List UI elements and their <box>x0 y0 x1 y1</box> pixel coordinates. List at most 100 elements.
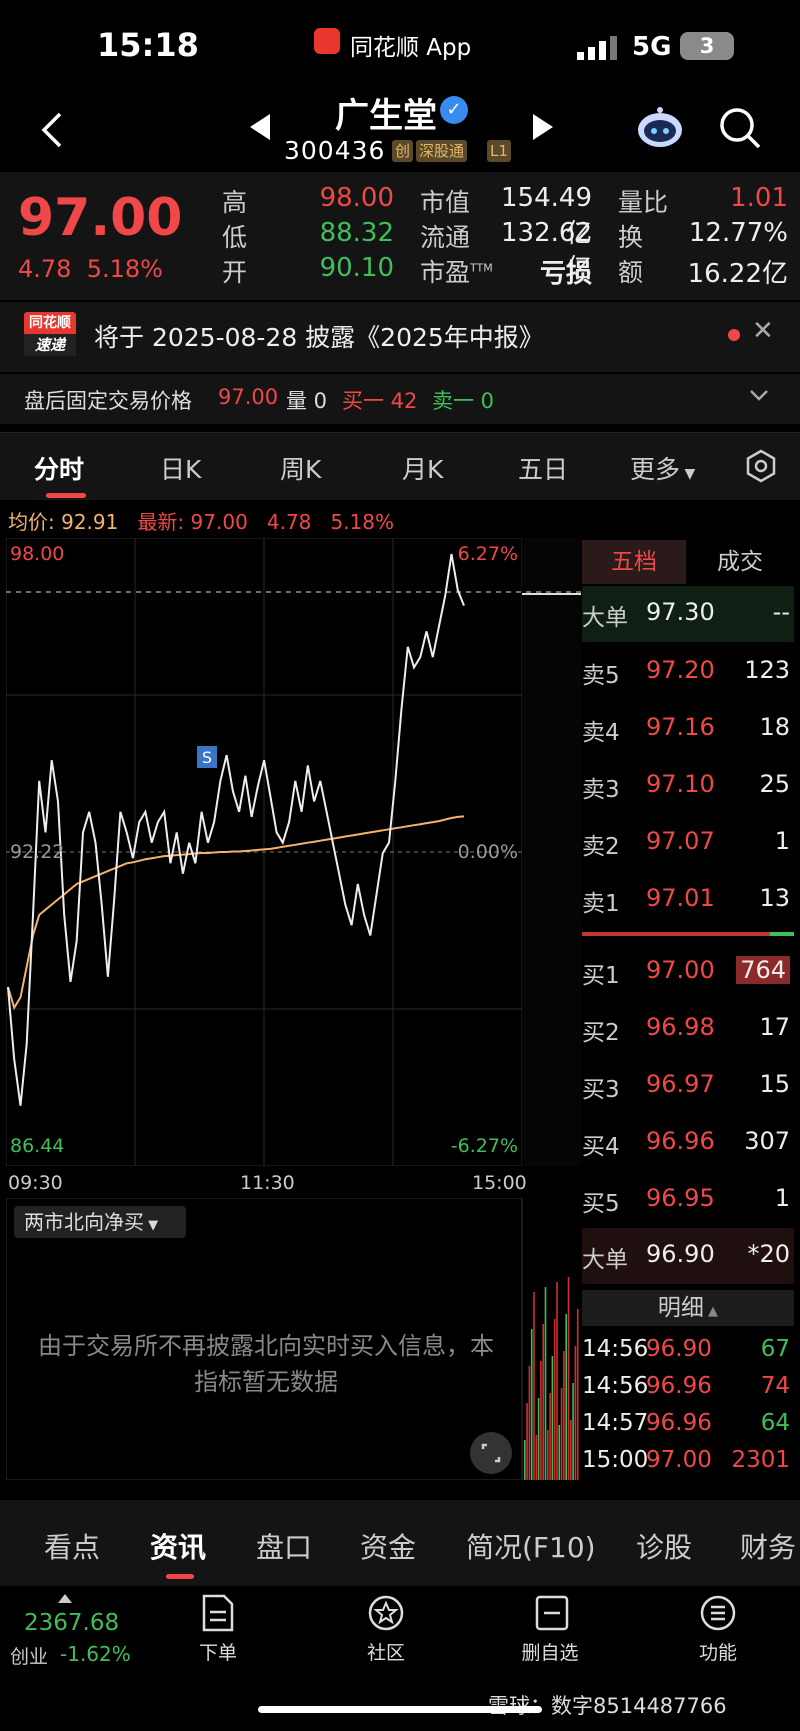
watermark: 雪球：数字8514487766 <box>488 1694 727 1718</box>
big-ask-qty: -- <box>772 598 790 626</box>
index-change: -1.62% <box>60 1642 131 1666</box>
volume-bar <box>544 1287 547 1480</box>
chevron-down-icon[interactable] <box>748 384 770 406</box>
float-label: 流通 <box>420 223 471 252</box>
ask-row-2[interactable]: 卖4 97.16 18 <box>582 701 794 757</box>
after-hours-price: 97.00 <box>218 385 279 409</box>
ask-row-4[interactable]: 卖2 97.07 1 <box>582 815 794 871</box>
tab-five-levels[interactable]: 五档 <box>582 540 686 584</box>
big-bid-label: 大单 <box>582 1247 628 1273</box>
volume-bar <box>526 1403 528 1480</box>
tab-highlights[interactable]: 看点 <box>44 1526 100 1566</box>
tonghuashun-express-logo: 同花顺 速递 <box>24 312 76 356</box>
back-icon[interactable] <box>38 110 68 150</box>
tag-chuang: 创 <box>392 140 414 162</box>
book-divider <box>582 932 794 936</box>
ask-row-1[interactable]: 卖5 97.20 123 <box>582 644 794 700</box>
community-icon[interactable] <box>368 1594 404 1632</box>
bid-qty: 764 <box>736 956 790 984</box>
bid-row-3[interactable]: 买3 96.97 15 <box>582 1058 794 1114</box>
tab-news[interactable]: 资讯 <box>150 1526 206 1566</box>
nav-remove-watchlist[interactable]: 删自选 <box>500 1638 600 1665</box>
ask-row-5[interactable]: 卖1 97.01 13 <box>582 872 794 928</box>
index-value[interactable]: 2367.68 <box>24 1610 119 1636</box>
volume-bar <box>563 1351 565 1480</box>
trade-time: 15:00 <box>582 1447 649 1473</box>
no-data-line2: 指标暂无数据 <box>194 1368 338 1396</box>
intraday-chart[interactable]: 98.00 92.22 86.44 6.27% 0.00% -6.27% S <box>6 538 581 1166</box>
pe-value: 亏损 <box>539 259 592 289</box>
detail-header[interactable]: 明细 ▲ <box>582 1290 794 1326</box>
bid-label: 买3 <box>582 1077 620 1103</box>
nav-function[interactable]: 功能 <box>668 1638 768 1665</box>
active-tab-indicator <box>46 493 86 498</box>
book-divider-green <box>770 932 794 936</box>
trade-qty: 64 <box>760 1410 790 1436</box>
bid-row-1[interactable]: 买1 97.00 764 <box>582 944 794 1000</box>
nav-order[interactable]: 下单 <box>168 1638 268 1665</box>
tab-order-book[interactable]: 盘口 <box>256 1526 312 1566</box>
tab-diagnosis[interactable]: 诊股 <box>636 1526 692 1566</box>
signal-marker-label: S <box>202 748 212 767</box>
remove-watchlist-icon[interactable] <box>534 1594 570 1632</box>
tab-monthly-k[interactable]: 月K <box>402 450 443 486</box>
ask-price: 97.07 <box>646 827 715 855</box>
tab-more[interactable]: 更多 ▼ <box>630 450 695 486</box>
volume-bar <box>553 1319 556 1480</box>
ask-price: 97.10 <box>646 770 715 798</box>
trade-qty: 67 <box>760 1336 790 1362</box>
tab-weekly-k[interactable]: 周K <box>280 450 321 486</box>
stock-name: 广生堂 <box>335 96 437 136</box>
amount-label: 额 <box>618 258 644 287</box>
search-icon[interactable] <box>718 106 762 150</box>
turnover-label: 换 <box>618 223 644 252</box>
nav-community[interactable]: 社区 <box>336 1638 436 1665</box>
volume-bar <box>540 1361 542 1480</box>
after-hours-bid: 买一 42 <box>342 389 418 413</box>
settings-hex-icon[interactable] <box>744 449 778 483</box>
tab-intraday[interactable]: 分时 <box>34 450 84 486</box>
volume-bar <box>537 1398 540 1480</box>
notice-text[interactable]: 将于 2025-08-28 披露《2025年中报》 <box>94 318 544 354</box>
tag-shengutong: 深股通 <box>416 140 468 162</box>
tab-five-day[interactable]: 五日 <box>518 450 568 486</box>
bid-price: 96.96 <box>646 1127 715 1155</box>
prev-stock-arrow[interactable] <box>250 114 270 140</box>
x-axis-labels: 09:30 11:30 15:00 <box>0 1170 580 1198</box>
index-name: 创业 <box>10 1646 49 1668</box>
bid-row-5[interactable]: 买5 96.95 1 <box>582 1172 794 1228</box>
ask-price: 97.01 <box>646 884 715 912</box>
tab-finance[interactable]: 财务 <box>740 1526 796 1566</box>
bid-row-2[interactable]: 买2 96.98 17 <box>582 1001 794 1057</box>
volume-bar <box>547 1430 549 1480</box>
tab-capital[interactable]: 资金 <box>360 1526 416 1566</box>
expand-icon[interactable] <box>470 1432 512 1474</box>
big-bid-row: 大单 96.90 *20 <box>582 1228 794 1284</box>
ask-row-3[interactable]: 卖3 97.10 25 <box>582 758 794 814</box>
low-label: 低 <box>222 223 248 252</box>
last-price: 97.00 <box>18 188 183 248</box>
assistant-robot-icon[interactable] <box>636 106 684 148</box>
bid-row-4[interactable]: 买4 96.96 307 <box>582 1115 794 1171</box>
turnover-value: 12.77% <box>688 218 788 248</box>
trade-row: 14:57 96.96 64 <box>582 1406 794 1442</box>
x-tick-1130: 11:30 <box>240 1172 295 1194</box>
ask-qty: 25 <box>759 770 790 798</box>
tab-daily-k[interactable]: 日K <box>160 450 201 486</box>
function-icon[interactable] <box>700 1594 736 1632</box>
tag-l1: L1 <box>487 140 511 162</box>
trade-qty: 74 <box>760 1373 790 1399</box>
big-ask-price: 97.30 <box>646 598 715 626</box>
big-bid-qty: *20 <box>747 1240 790 1268</box>
volume-bar <box>567 1277 570 1480</box>
tab-trades[interactable]: 成交 <box>688 540 792 584</box>
next-stock-arrow[interactable] <box>533 114 553 140</box>
close-icon[interactable]: ✕ <box>752 316 774 346</box>
tab-f10[interactable]: 简况(F10) <box>466 1526 596 1566</box>
bid-qty: 17 <box>759 1013 790 1041</box>
logo-bottom: 速递 <box>24 334 76 356</box>
indicator-select[interactable]: 两市北向净买 ▼ <box>14 1206 186 1238</box>
order-icon[interactable] <box>200 1594 236 1632</box>
bid-label: 买4 <box>582 1134 620 1160</box>
bid-label: 买5 <box>582 1191 620 1217</box>
